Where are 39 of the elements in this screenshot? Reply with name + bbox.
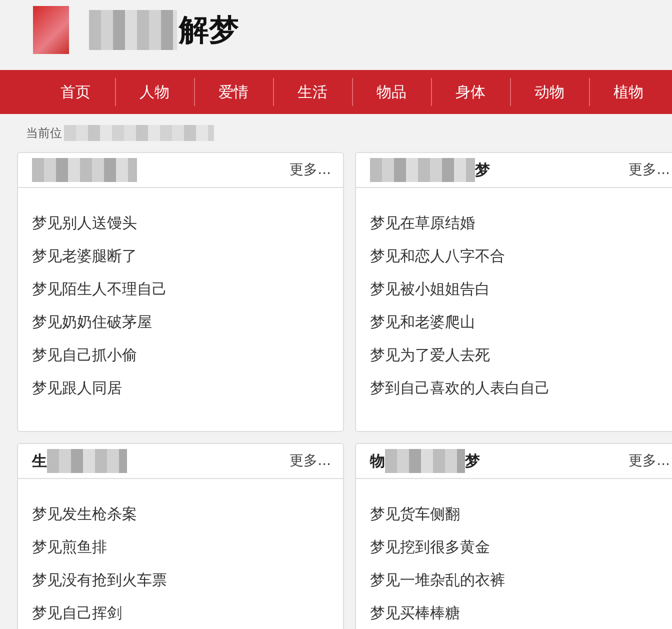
more-link[interactable]: 更多... [290, 452, 331, 470]
dream-link[interactable]: 梦见货车侧翻 [370, 498, 672, 531]
card-title: 梦 [475, 160, 490, 180]
dream-link[interactable]: 梦见跟人同居 [32, 372, 343, 405]
nav-link[interactable]: 动物 [510, 82, 589, 102]
dream-link[interactable]: 梦见被小姐姐告白 [370, 273, 672, 306]
logo-seal-icon [33, 6, 69, 54]
dream-link[interactable]: 梦见一堆杂乱的衣裤 [370, 564, 672, 597]
dream-link[interactable]: 梦见老婆腿断了 [32, 240, 343, 273]
nav-link[interactable]: 植物 [589, 82, 668, 102]
dream-link[interactable]: 梦见挖到很多黄金 [370, 531, 672, 564]
dream-link[interactable]: 梦见自己挥剑 [32, 597, 343, 629]
nav-link[interactable]: 首页 [36, 82, 115, 102]
card-title: 物 [370, 452, 385, 470]
dream-link[interactable]: 梦见买棒棒糖 [370, 597, 672, 629]
dream-link[interactable]: 梦见自己抓小偷 [32, 339, 343, 372]
card-title: 生 [32, 452, 47, 470]
nav-link[interactable]: 生活 [273, 82, 352, 102]
dream-link[interactable]: 梦见奶奶住破茅屋 [32, 306, 343, 339]
dream-link[interactable]: 梦见陌生人不理自己 [32, 273, 343, 306]
dream-link[interactable]: 梦见发生枪杀案 [32, 498, 343, 531]
card-title: 梦 [465, 452, 480, 470]
more-link[interactable]: 更多... [290, 161, 331, 179]
more-link[interactable]: 更多... [628, 452, 670, 470]
nav-link[interactable]: 物品 [352, 82, 431, 102]
breadcrumb-label: 当前位 [26, 124, 62, 142]
site-logo-text[interactable]: 解梦 [179, 10, 239, 50]
more-link[interactable]: 更多... [628, 161, 670, 179]
nav-link[interactable]: 身体 [431, 82, 510, 102]
dream-link[interactable]: 梦见别人送馒头 [32, 207, 343, 240]
dream-link[interactable]: 梦见没有抢到火车票 [32, 564, 343, 597]
nav-link[interactable]: 人物 [115, 82, 194, 102]
dream-link[interactable]: 梦见和老婆爬山 [370, 306, 672, 339]
dream-link[interactable]: 梦见和恋人八字不合 [370, 240, 672, 273]
dream-link[interactable]: 梦见为了爱人去死 [370, 339, 672, 372]
dream-link[interactable]: 梦见在草原结婚 [370, 207, 672, 240]
dream-link[interactable]: 梦到自己喜欢的人表白自己 [370, 372, 672, 405]
nav-link[interactable]: 爱情 [194, 82, 273, 102]
dream-link[interactable]: 梦见煎鱼排 [32, 531, 343, 564]
